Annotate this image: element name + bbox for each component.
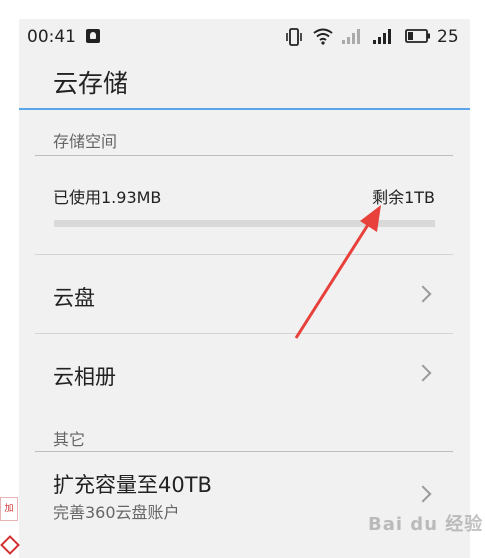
- menu-item-cloud-disk[interactable]: 云盘: [35, 255, 453, 333]
- menu-item-cloud-album[interactable]: 云相册: [35, 334, 453, 412]
- storage-section-header: 存储空间: [53, 132, 118, 151]
- watermark: Bai du 经验: [368, 514, 484, 535]
- expand-capacity-sublabel: 完善360云盘账户: [53, 503, 180, 522]
- side-logo-icon: [0, 535, 20, 555]
- phone-screen: 00:41 25 云存储 存储空间 已使用1.93MB 剩余1TB 云盘 云相册…: [19, 19, 470, 558]
- page-title: 云存储: [53, 69, 129, 98]
- signal-icon: [373, 29, 391, 44]
- side-tag: 加速: [0, 497, 18, 521]
- chevron-right-icon: [414, 364, 432, 382]
- signal-icon: [342, 29, 360, 44]
- divider: [35, 155, 453, 156]
- chevron-right-icon: [414, 285, 432, 303]
- storage-progress-bar: [54, 220, 435, 227]
- other-section-header: 其它: [53, 430, 86, 449]
- status-bar: 00:41 25: [19, 19, 470, 55]
- battery-level: 25: [437, 27, 459, 47]
- notification-icon: [86, 29, 100, 43]
- used-storage-label: 已使用1.93MB: [53, 188, 162, 207]
- chevron-right-icon: [414, 485, 432, 503]
- battery-icon: [405, 29, 430, 43]
- menu-item-label: 云相册: [53, 365, 116, 389]
- expand-capacity-label: 扩充容量至40TB: [53, 473, 212, 497]
- title-bar: 云存储: [19, 55, 470, 110]
- remaining-storage-label: 剩余1TB: [372, 188, 435, 207]
- menu-item-label: 云盘: [53, 286, 95, 310]
- wifi-icon: [313, 28, 333, 45]
- vibrate-icon: [286, 28, 302, 46]
- status-time: 00:41: [27, 27, 76, 47]
